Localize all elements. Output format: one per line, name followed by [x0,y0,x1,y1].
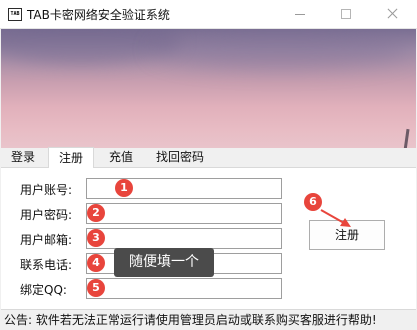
tab-find-password[interactable]: 找回密码 [152,148,208,166]
status-announcement: 公告: 软件若无法正常运行请使用管理员启动或联系购买客服进行帮助! [4,313,377,327]
qq-label: 绑定QQ: [20,283,67,297]
banner-cloud [151,29,411,69]
email-input[interactable] [86,228,282,249]
tab-recharge[interactable]: 充值 [105,148,137,166]
password-label: 用户密码: [20,208,73,222]
minimize-button[interactable] [277,0,323,28]
step-badge-3: 3 [87,229,105,247]
qq-input[interactable] [86,278,282,299]
hint-tooltip: 随便填一个 [114,248,214,277]
step-badge-4: 4 [87,254,105,272]
maximize-button[interactable] [323,0,369,28]
register-button[interactable]: 注册 [309,220,385,250]
email-label: 用户邮箱: [20,233,73,247]
title-bar: TAB TAB卡密网络安全验证系统 [0,0,417,29]
window-title: TAB卡密网络安全验证系统 [27,8,170,22]
step-badge-6: 6 [304,193,322,211]
phone-label: 联系电话: [20,258,73,272]
account-label: 用户账号: [20,183,73,197]
password-input[interactable] [86,203,282,224]
step-badge-1: 1 [115,179,133,197]
banner-image [1,29,416,148]
step-badge-5: 5 [87,279,105,297]
app-icon: TAB [8,8,22,21]
banner-detail [403,128,410,148]
tab-register[interactable]: 注册 [48,147,94,168]
close-button[interactable] [369,0,415,28]
tab-login[interactable]: 登录 [7,148,39,166]
step-badge-2: 2 [87,204,105,222]
tab-bar: 登录 注册 充值 找回密码 [1,147,416,168]
register-panel: 用户账号: 1 用户密码: 2 用户邮箱: 3 联系电话: 4 绑定QQ: 5 … [1,168,416,310]
